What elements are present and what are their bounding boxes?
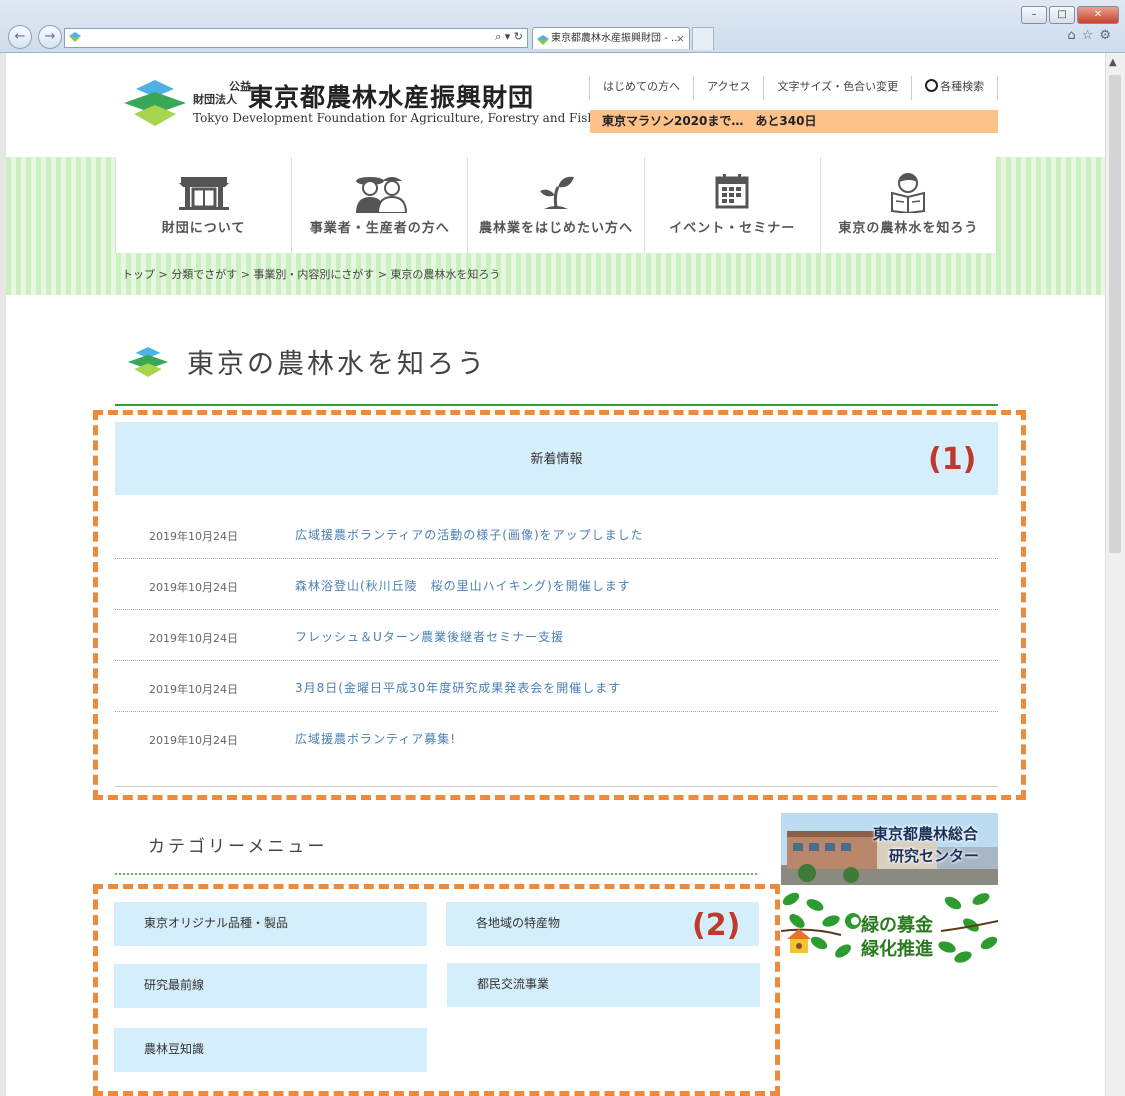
foundation-logo[interactable] xyxy=(124,80,186,126)
research-center-subtitle: 研究センター xyxy=(889,847,980,865)
title-logo-icon xyxy=(127,347,169,377)
star-icon[interactable]: ☆ xyxy=(1082,28,1100,43)
org-type: 公益 財団法人 xyxy=(193,80,251,106)
calendar-icon xyxy=(715,174,749,209)
link-font-color[interactable]: 文字サイズ・色合い変更 xyxy=(763,76,911,100)
news-link[interactable]: 広域援農ボランティアの活動の様子(画像)をアップしました xyxy=(295,526,644,543)
link-search[interactable]: 各種検索 xyxy=(911,76,999,100)
green-fund-title: 緑の募金 xyxy=(861,915,933,936)
browser-tab[interactable]: 東京都農林水産振興財団 - ... × xyxy=(532,27,690,49)
category-research-frontline[interactable]: 研究最前線 xyxy=(114,964,427,1008)
research-center-banner[interactable]: 東京都農林総合 研究センター xyxy=(781,813,998,885)
tab-favicon xyxy=(537,35,549,45)
back-icon[interactable]: ← xyxy=(8,25,32,49)
breadcrumb[interactable]: トップ > 分類でさがす > 事業別・内容別にさがす > 東京の農林水を知ろう xyxy=(122,266,500,282)
scrollbar-thumb[interactable] xyxy=(1109,75,1121,553)
green-fund-banner[interactable]: 緑の募金 緑化推進 xyxy=(781,891,998,964)
browser-toolbar-icons: ⌂☆⚙ xyxy=(1067,28,1117,43)
main-nav: 財団について 事業者・生産者の方へ 農林業をはじめたい方へ イベント・セミナー … xyxy=(115,157,998,253)
research-center-title: 東京都農林総合 xyxy=(873,825,979,843)
news-link[interactable]: 広域援農ボランティア募集! xyxy=(295,730,456,747)
link-first-time[interactable]: はじめての方へ xyxy=(589,76,693,100)
org-prefix-1: 公益 xyxy=(229,80,251,93)
farmers-icon xyxy=(355,177,407,213)
forward-icon[interactable]: → xyxy=(38,25,62,49)
annotation-marker-1: (1) xyxy=(928,442,977,477)
reader-icon xyxy=(891,173,926,213)
nav-label: 事業者・生産者の方へ xyxy=(309,221,450,236)
nav-item-about[interactable]: 財団について xyxy=(115,157,291,253)
annotation-marker-2: (2) xyxy=(692,908,741,943)
news-date: 2019年10月24日 xyxy=(149,632,238,645)
scrollbar[interactable]: ▲ xyxy=(1105,53,1125,1096)
org-name-en: Tokyo Development Foundation for Agricul… xyxy=(193,111,626,125)
utility-links: はじめての方へ アクセス 文字サイズ・色合い変更 各種検索 xyxy=(589,76,999,100)
nav-label: イベント・セミナー xyxy=(669,221,796,236)
tab-close-icon[interactable]: × xyxy=(676,28,685,49)
link-search-label: 各種検索 xyxy=(940,80,985,93)
news-link[interactable]: フレッシュ＆Uターン農業後継者セミナー支援 xyxy=(295,628,564,645)
page-title: 東京の農林水を知ろう xyxy=(187,349,487,380)
news-date: 2019年10月24日 xyxy=(149,683,238,696)
building-icon xyxy=(178,177,229,210)
nav-item-start-farming[interactable]: 農林業をはじめたい方へ xyxy=(467,157,643,253)
news-date: 2019年10月24日 xyxy=(149,734,238,747)
category-underline xyxy=(115,873,757,875)
gear-icon[interactable]: ⚙ xyxy=(1099,28,1117,43)
news-item: 2019年10月24日 広域援農ボランティアの活動の様子(画像)をアップしました xyxy=(115,508,998,559)
window-controls: – □ ✕ xyxy=(1021,6,1119,24)
sprout-icon xyxy=(540,176,574,209)
news-header: 新着情報 xyxy=(115,422,998,495)
news-date: 2019年10月24日 xyxy=(149,581,238,594)
news-item: 2019年10月24日 3月8日(金曜日平成30年度研究成果発表会を開催します xyxy=(115,661,998,712)
org-name[interactable]: 東京都農林水産振興財団 xyxy=(248,78,534,114)
org-prefix-2: 財団法人 xyxy=(193,93,237,106)
minimize-icon[interactable]: – xyxy=(1021,6,1047,24)
news-link[interactable]: 森林浴登山(秋川丘陵 桜の里山ハイキング)を開催します xyxy=(295,577,631,594)
maximize-icon[interactable]: □ xyxy=(1049,6,1075,24)
news-item: 2019年10月24日 森林浴登山(秋川丘陵 桜の里山ハイキング)を開催します xyxy=(115,559,998,610)
category-trivia[interactable]: 農林豆知識 xyxy=(114,1028,427,1072)
search-icon xyxy=(925,79,939,92)
countdown-banner: 東京マラソン2020まで… あと340日 xyxy=(590,110,998,133)
nav-label: 東京の農林水を知ろう xyxy=(838,221,979,236)
scroll-up-icon[interactable]: ▲ xyxy=(1109,57,1117,68)
home-icon[interactable]: ⌂ xyxy=(1067,28,1081,43)
news-item: 2019年10月24日 フレッシュ＆Uターン農業後継者セミナー支援 xyxy=(115,610,998,661)
site-favicon xyxy=(69,32,81,42)
news-date: 2019年10月24日 xyxy=(149,530,238,543)
close-window-icon[interactable]: ✕ xyxy=(1077,6,1119,24)
address-bar[interactable]: ⌕ ▾ ↻ xyxy=(64,28,528,48)
nav-item-events[interactable]: イベント・セミナー xyxy=(643,157,820,253)
news-heading: 新着情報 xyxy=(530,452,583,467)
category-citizen-exchange[interactable]: 都民交流事業 xyxy=(447,963,760,1007)
nav-item-business[interactable]: 事業者・生産者の方へ xyxy=(291,157,467,253)
news-list: 2019年10月24日 広域援農ボランティアの活動の様子(画像)をアップしました… xyxy=(115,508,998,762)
nav-label: 農林業をはじめたい方へ xyxy=(479,221,634,236)
nav-label: 財団について xyxy=(161,221,246,236)
news-divider xyxy=(115,786,998,787)
news-link[interactable]: 3月8日(金曜日平成30年度研究成果発表会を開催します xyxy=(295,679,621,696)
category-title: カテゴリーメニュー xyxy=(148,837,328,857)
address-tools[interactable]: ⌕ ▾ ↻ xyxy=(495,30,523,44)
news-item: 2019年10月24日 広域援農ボランティア募集! xyxy=(115,712,998,762)
tab-title: 東京都農林水産振興財団 - ... xyxy=(551,33,681,44)
browser-chrome: – □ ✕ ← → ⌕ ▾ ↻ 東京都農林水産振興財団 - ... × ⌂☆⚙ xyxy=(0,0,1125,53)
category-original-products[interactable]: 東京オリジナル品種・製品 xyxy=(114,902,427,946)
nav-item-learn[interactable]: 東京の農林水を知ろう xyxy=(819,157,998,253)
new-tab-button[interactable] xyxy=(692,27,714,50)
link-access[interactable]: アクセス xyxy=(693,76,763,100)
green-fund-subtitle: 緑化推進 xyxy=(861,939,933,960)
title-underline xyxy=(115,404,998,406)
